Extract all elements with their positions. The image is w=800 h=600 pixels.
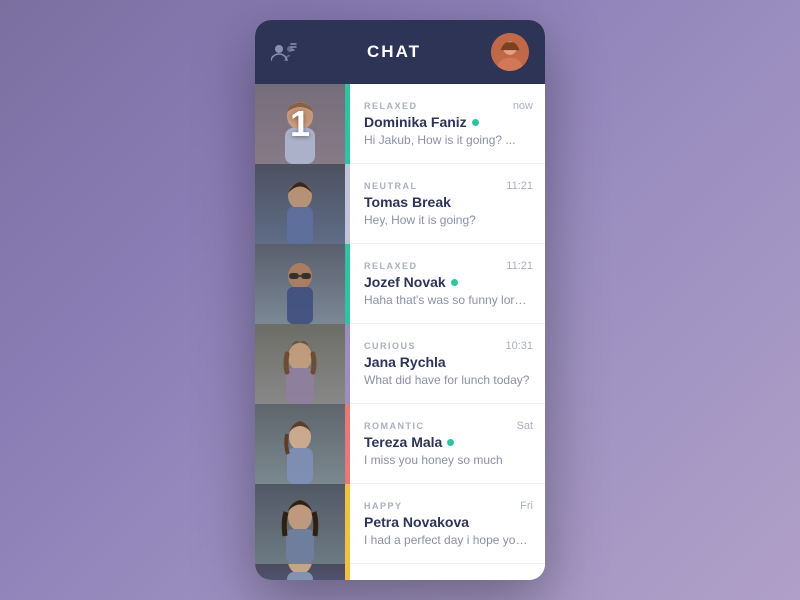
message-time: now bbox=[513, 100, 533, 112]
sender-name: Petra Novakova bbox=[364, 514, 469, 530]
sender-name: Jozef Novak bbox=[364, 274, 446, 290]
chat-avatar bbox=[255, 404, 345, 484]
message-content: ROMANTIC Sat Tereza Mala I miss you honey s… bbox=[350, 404, 545, 484]
chat-avatar bbox=[255, 244, 345, 324]
chat-avatar bbox=[255, 164, 345, 244]
chat-item[interactable]: HAPPYFri bbox=[255, 564, 545, 580]
message-preview: Hi Jakub, How is it going? ... bbox=[364, 133, 533, 147]
message-preview: What did have for lunch today? bbox=[364, 373, 533, 387]
chat-avatar bbox=[255, 324, 345, 404]
mood-label: NEUTRAL bbox=[364, 181, 418, 191]
chat-item[interactable]: CURIOUS 10:31 Jana Rychla What did have for… bbox=[255, 324, 545, 404]
mood-label: HAPPY bbox=[364, 501, 403, 511]
contacts-icon[interactable] bbox=[271, 42, 297, 62]
message-content: CURIOUS 10:31 Jana Rychla What did have for… bbox=[350, 324, 545, 404]
mood-label: RELAXED bbox=[364, 261, 418, 271]
chat-avatar: 1 bbox=[255, 84, 345, 164]
message-time: 11:21 bbox=[506, 260, 533, 272]
chat-item[interactable]: 1 RELAXED now Dominika Faniz Hi Jakub, How i… bbox=[255, 84, 545, 164]
message-preview: I had a perfect day i hope you too bbox=[364, 533, 533, 547]
user-avatar[interactable] bbox=[491, 33, 529, 71]
message-time: 11:21 bbox=[506, 180, 533, 192]
chat-avatar bbox=[255, 564, 345, 580]
message-content: RELAXED now Dominika Faniz Hi Jakub, How is… bbox=[350, 84, 545, 164]
chat-item[interactable]: NEUTRAL 11:21 Tomas Break Hey, How it is go… bbox=[255, 164, 545, 244]
message-preview: Haha that's was so funny lore ... bbox=[364, 293, 533, 307]
message-time: Sat bbox=[516, 420, 533, 432]
message-preview: Hey, How it is going? bbox=[364, 213, 533, 227]
unread-count: 1 bbox=[290, 103, 310, 145]
message-content: HAPPYFri bbox=[350, 564, 545, 580]
phone-container: CHAT 1 RELAXED now Dominika Faniz Hi Jakub, … bbox=[255, 20, 545, 580]
chat-item[interactable]: HAPPY Fri Petra Novakova I had a perfect da… bbox=[255, 484, 545, 564]
message-time: Fri bbox=[520, 500, 533, 512]
mood-label: ROMANTIC bbox=[364, 421, 425, 431]
message-preview: I miss you honey so much bbox=[364, 453, 533, 467]
online-indicator bbox=[447, 439, 454, 446]
chat-avatar bbox=[255, 484, 345, 564]
sender-name: Jana Rychla bbox=[364, 354, 446, 370]
mood-label: CURIOUS bbox=[364, 341, 416, 351]
sender-name: Tereza Mala bbox=[364, 434, 442, 450]
online-indicator bbox=[472, 119, 479, 126]
chat-item[interactable]: ROMANTIC Sat Tereza Mala I miss you honey s… bbox=[255, 404, 545, 484]
message-content: HAPPY Fri Petra Novakova I had a perfect da… bbox=[350, 484, 545, 564]
message-content: NEUTRAL 11:21 Tomas Break Hey, How it is go… bbox=[350, 164, 545, 244]
online-indicator bbox=[451, 279, 458, 286]
header-title: CHAT bbox=[367, 42, 421, 62]
message-content: RELAXED 11:21 Jozef Novak Haha that's was s… bbox=[350, 244, 545, 324]
mood-label: RELAXED bbox=[364, 101, 418, 111]
chat-item[interactable]: RELAXED 11:21 Jozef Novak Haha that's was s… bbox=[255, 244, 545, 324]
chat-list: 1 RELAXED now Dominika Faniz Hi Jakub, How i… bbox=[255, 84, 545, 580]
chat-header: CHAT bbox=[255, 20, 545, 84]
message-time: 10:31 bbox=[505, 340, 533, 352]
sender-name: Dominika Faniz bbox=[364, 114, 467, 130]
sender-name: Tomas Break bbox=[364, 194, 451, 210]
